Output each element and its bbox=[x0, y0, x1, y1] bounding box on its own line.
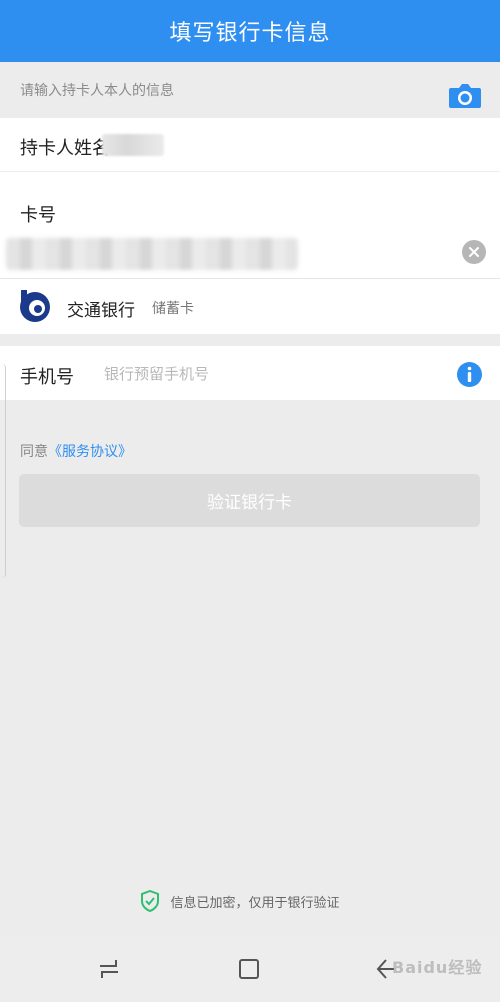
card-type: 储蓄卡 bbox=[152, 301, 194, 317]
cardholder-name-label: 持卡人姓名 bbox=[20, 138, 110, 159]
form-hint: 请输入持卡人本人的信息 bbox=[20, 83, 174, 99]
card-number-value[interactable] bbox=[6, 238, 298, 270]
phone-row: 手机号 bbox=[0, 346, 500, 400]
nav-home-icon[interactable] bbox=[236, 956, 262, 982]
phone-input[interactable] bbox=[104, 361, 434, 387]
page-title: 填写银行卡信息 bbox=[169, 21, 331, 46]
cardholder-name-row[interactable]: 持卡人姓名 bbox=[0, 118, 500, 172]
clear-icon[interactable] bbox=[462, 240, 486, 264]
side-edge-handle[interactable] bbox=[0, 364, 6, 578]
phone-label: 手机号 bbox=[20, 367, 74, 388]
camera-icon[interactable] bbox=[448, 82, 482, 110]
service-agreement-link[interactable]: 《服务协议》 bbox=[48, 444, 132, 460]
verify-card-button[interactable]: 验证银行卡 bbox=[19, 474, 480, 527]
bank-name: 交通银行 bbox=[67, 301, 135, 321]
app-header: 填写银行卡信息 bbox=[0, 0, 500, 62]
nav-recent-icon[interactable] bbox=[96, 956, 122, 982]
bank-row: 交通银行 储蓄卡 bbox=[0, 280, 500, 334]
security-note: 信息已加密，仅用于银行验证 bbox=[0, 888, 500, 914]
shield-icon bbox=[141, 890, 160, 912]
card-number-label: 卡号 bbox=[20, 205, 56, 226]
card-info-section: 持卡人姓名 卡号 交通银行 储蓄卡 bbox=[0, 118, 500, 334]
agreement-text: 同意《服务协议》 bbox=[20, 441, 132, 461]
cardholder-name-value bbox=[102, 134, 164, 156]
bank-logo-icon bbox=[20, 290, 50, 322]
info-icon[interactable] bbox=[457, 362, 482, 387]
watermark: Baidu经验 bbox=[392, 958, 483, 977]
agreement-prefix: 同意 bbox=[20, 444, 48, 460]
security-note-text: 信息已加密，仅用于银行验证 bbox=[170, 895, 340, 911]
